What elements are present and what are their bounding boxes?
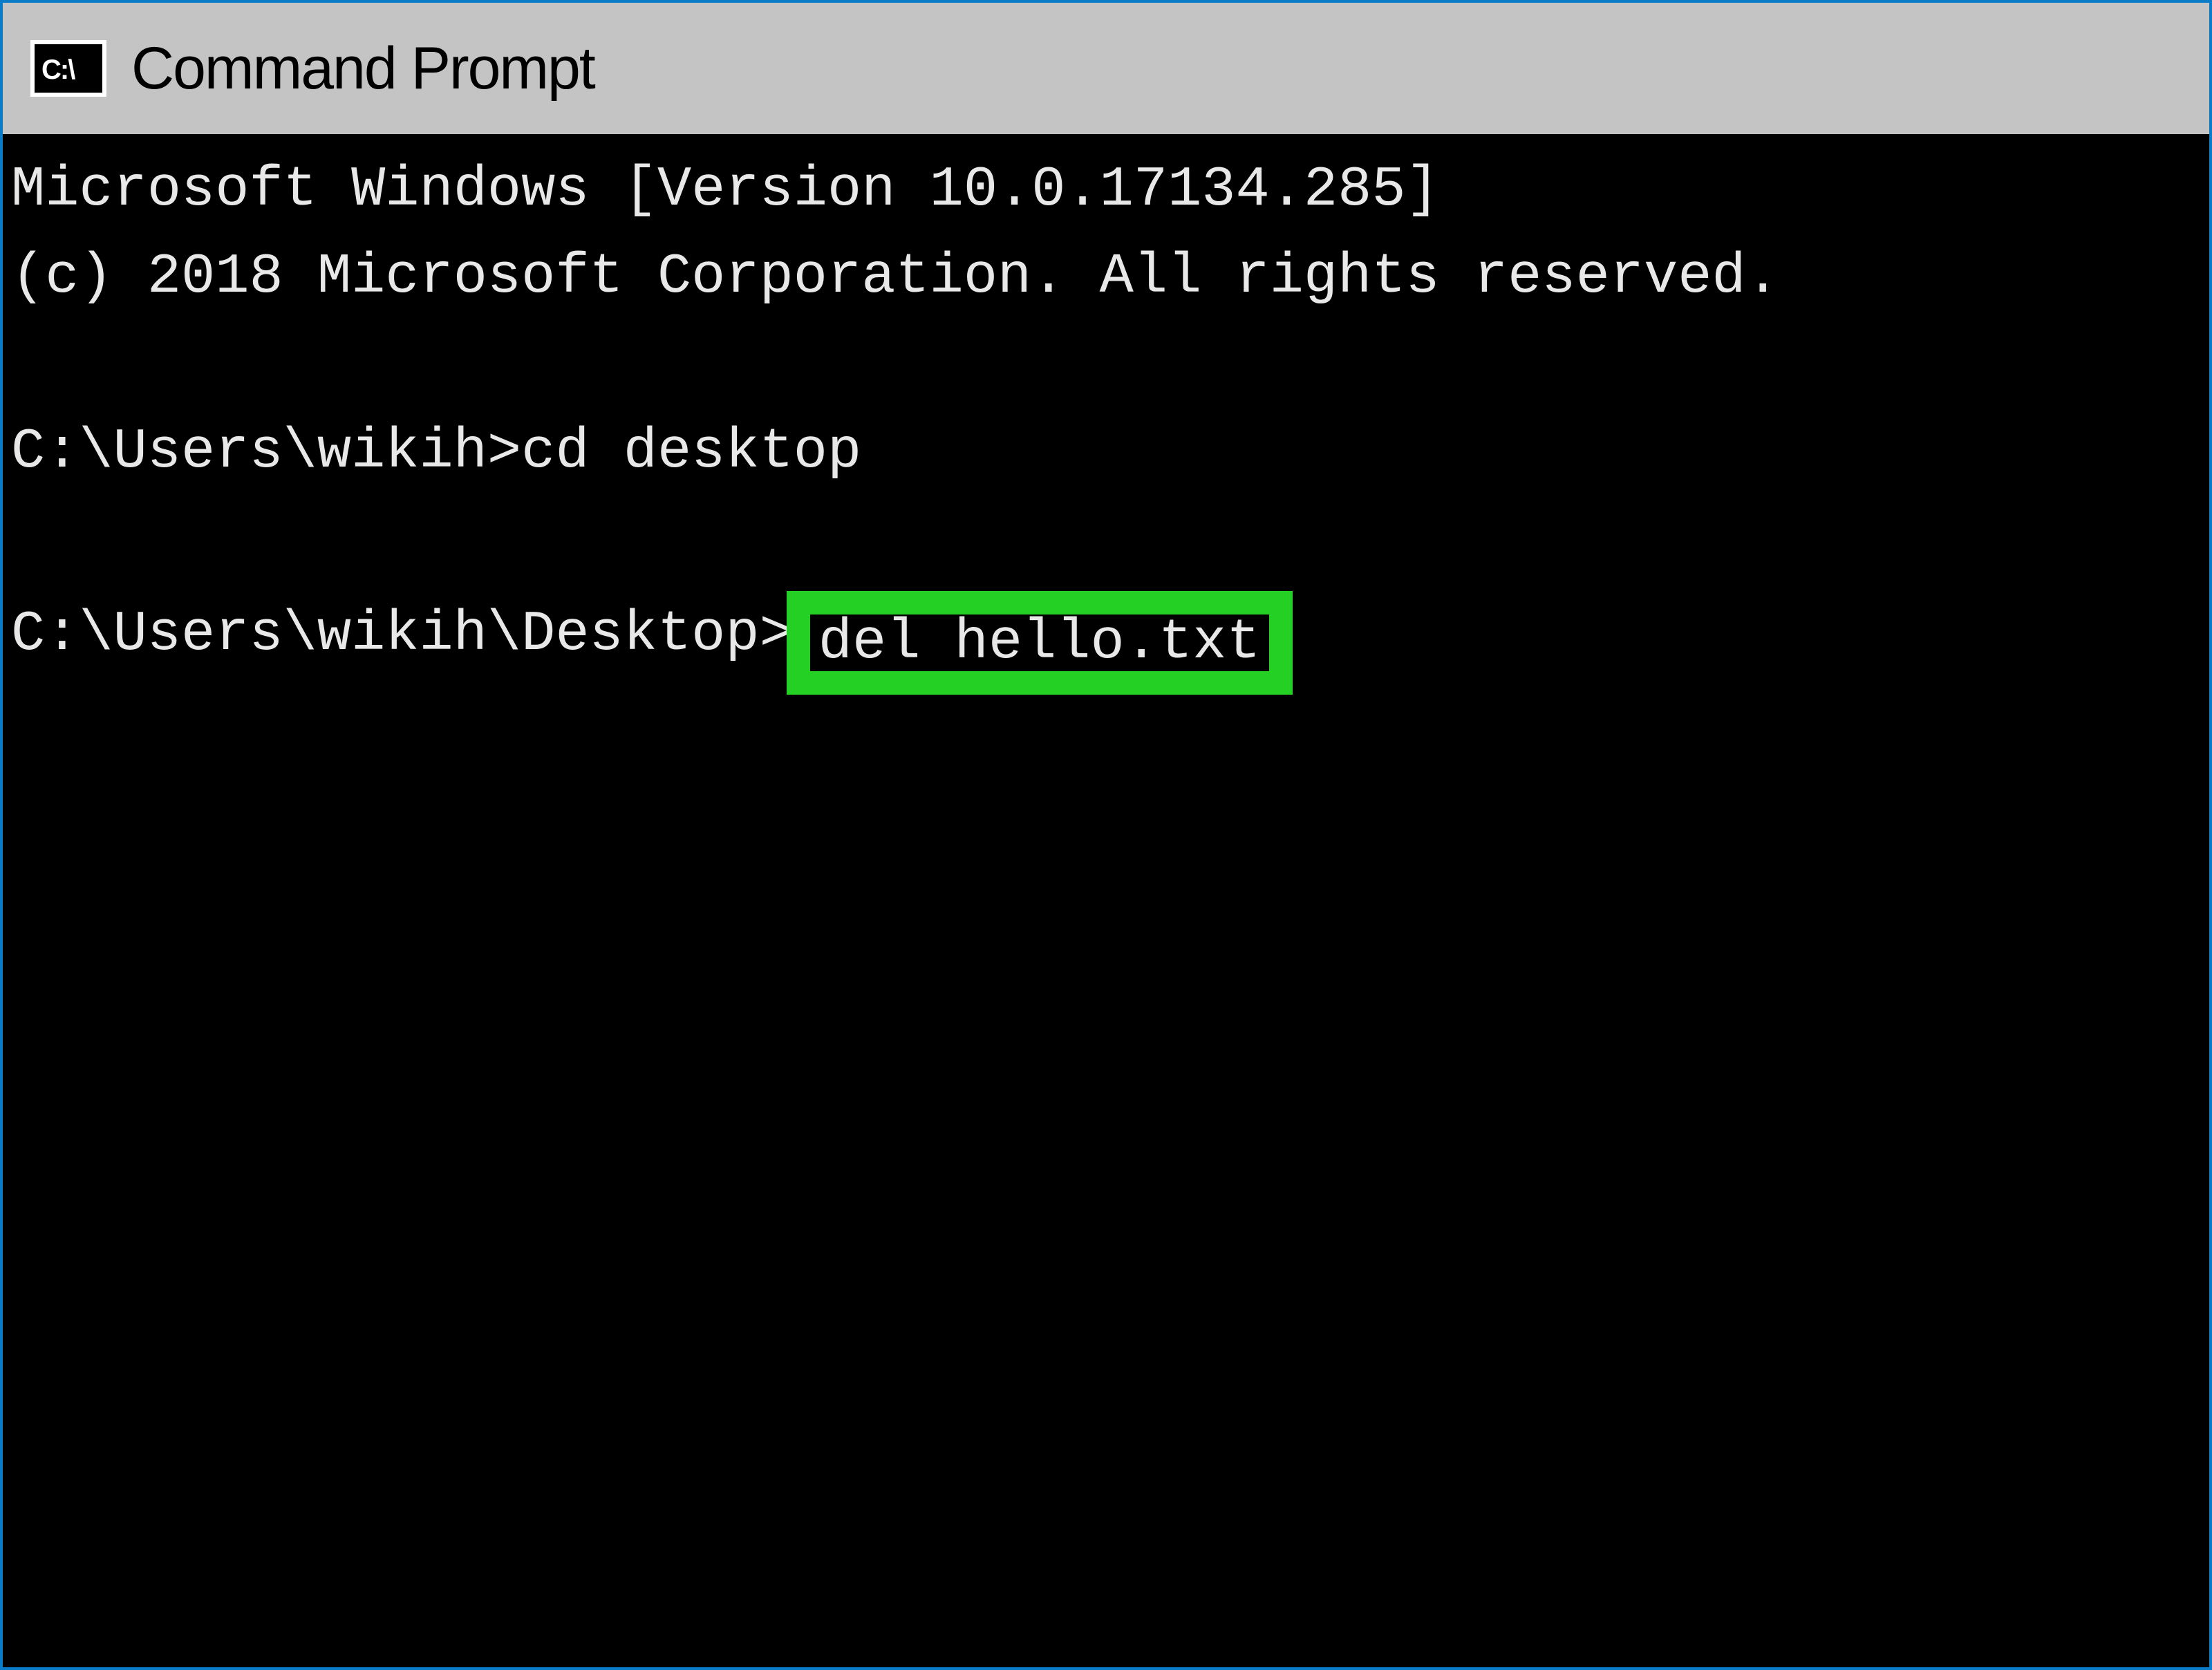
command-line-2: C:\Users\wikih\Desktop> del hello.txt [11, 583, 2205, 686]
prompt-2: C:\Users\wikih\Desktop> [11, 602, 794, 666]
titlebar[interactable]: C:\ Command Prompt [3, 3, 2209, 134]
terminal-area[interactable]: Microsoft Windows [Version 10.0.17134.28… [3, 134, 2209, 1667]
blank-line-2 [11, 496, 2205, 583]
banner-line-1: Microsoft Windows [Version 10.0.17134.28… [11, 147, 2205, 234]
highlight-box: del hello.txt [787, 591, 1293, 695]
command-prompt-window: C:\ Command Prompt Microsoft Windows [Ve… [0, 0, 2212, 1670]
cmd-icon: C:\ [30, 40, 106, 97]
command-1: cd desktop [521, 420, 861, 484]
blank-line [11, 321, 2205, 409]
command-line-1: C:\Users\wikih>cd desktop [11, 409, 2205, 496]
command-2[interactable]: del hello.txt [818, 610, 1261, 675]
banner-line-2: (c) 2018 Microsoft Corporation. All righ… [11, 234, 2205, 321]
cmd-icon-label: C:\ [41, 55, 74, 86]
window-title: Command Prompt [131, 35, 594, 103]
prompt-1: C:\Users\wikih> [11, 420, 521, 484]
